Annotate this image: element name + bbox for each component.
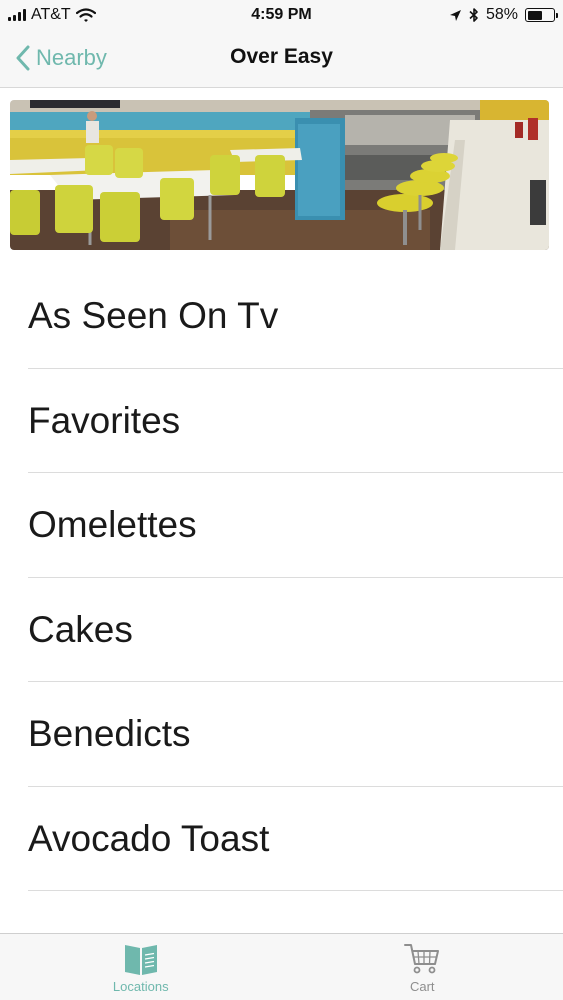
menu-category-list: As Seen On Tv Favorites Omelettes Cakes … [0, 264, 563, 934]
menu-item-label: Cakes [28, 608, 133, 650]
location-arrow-icon [449, 9, 461, 21]
menu-item-favorites[interactable]: Favorites [0, 369, 563, 474]
bluetooth-icon [469, 8, 478, 22]
battery-fill [527, 10, 542, 20]
tab-bar: Locations Cart [0, 933, 563, 1000]
menu-item-label: Benedicts [28, 713, 191, 755]
menu-item-as-seen-on-tv[interactable]: As Seen On Tv [0, 264, 563, 369]
status-bar: AT&T 4:59 PM 58% [0, 0, 563, 30]
page-title: Over Easy [230, 45, 333, 68]
status-right: 58% [449, 6, 558, 24]
navigation-bar: Nearby Over Easy [0, 30, 563, 88]
menu-item-label: Avocado Toast [28, 817, 270, 859]
book-icon [124, 945, 157, 975]
menu-item-label: Favorites [28, 399, 181, 441]
menu-item-label: Omelettes [28, 504, 197, 546]
restaurant-photo [10, 100, 549, 250]
menu-item-label: As Seen On Tv [28, 295, 279, 337]
tab-label: Locations [112, 979, 169, 994]
cart-icon [404, 944, 440, 974]
battery-icon [525, 8, 558, 22]
tab-locations[interactable]: Locations [0, 934, 282, 1000]
battery-percent: 58% [485, 6, 518, 23]
menu-item-omelettes[interactable]: Omelettes [0, 473, 563, 578]
tab-cart[interactable]: Cart [282, 934, 563, 1000]
menu-item-cakes[interactable]: Cakes [0, 578, 563, 683]
menu-item-avocado-toast[interactable]: Avocado Toast [0, 787, 563, 892]
menu-item-benedicts[interactable]: Benedicts [0, 682, 563, 787]
tab-label: Cart [409, 979, 435, 994]
